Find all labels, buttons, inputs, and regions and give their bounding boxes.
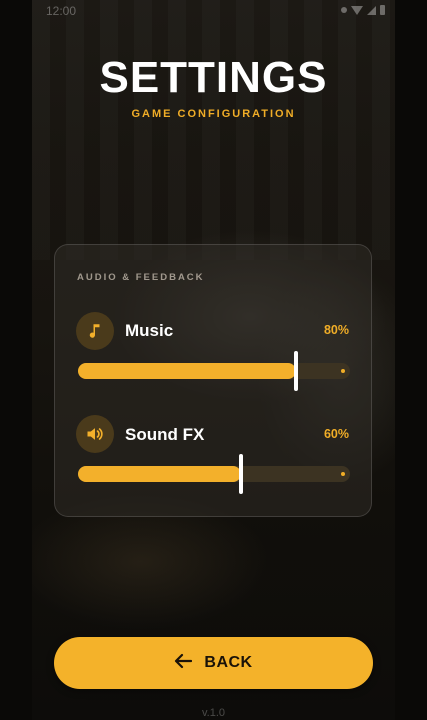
music-slider-handle[interactable] <box>293 351 298 391</box>
status-time: 12:00 <box>46 4 77 18</box>
page-title: SETTINGS <box>99 53 328 102</box>
sound-fx-value: 60% <box>323 427 349 441</box>
settings-screen: 12:00 SETTINGS GAME CONFIGURATION AUDIO … <box>32 0 395 720</box>
page-subtitle: GAME CONFIGURATION <box>131 108 296 120</box>
sound-fx-slider[interactable] <box>78 454 350 494</box>
music-slider-fill <box>78 363 296 379</box>
speaker-icon <box>76 415 114 453</box>
music-note-icon <box>76 312 114 350</box>
sound-fx-slider-end-dot <box>341 472 345 476</box>
sound-fx-slider-fill <box>78 466 242 482</box>
notification-dot-icon <box>341 7 347 13</box>
music-label: Music <box>125 321 174 340</box>
background-texture <box>32 0 395 260</box>
sound-fx-label: Sound FX <box>125 425 205 444</box>
audio-settings-panel: AUDIO & FEEDBACK Music 80% Sound FX 60% <box>54 244 372 517</box>
music-slider[interactable] <box>78 351 350 391</box>
sound-fx-slider-handle[interactable] <box>239 454 244 494</box>
status-icons <box>341 5 385 15</box>
battery-icon <box>380 5 385 15</box>
music-value: 80% <box>323 323 349 337</box>
arrow-left-icon <box>174 653 193 674</box>
back-button-label: BACK <box>204 654 253 671</box>
back-button[interactable]: BACK <box>54 637 373 689</box>
version-text: v.1.0 <box>201 707 226 719</box>
section-label: AUDIO & FEEDBACK <box>77 272 205 283</box>
status-bar: 12:00 <box>32 0 395 22</box>
cell-signal-icon <box>367 5 376 15</box>
wifi-icon <box>351 5 363 15</box>
music-slider-end-dot <box>341 369 345 373</box>
